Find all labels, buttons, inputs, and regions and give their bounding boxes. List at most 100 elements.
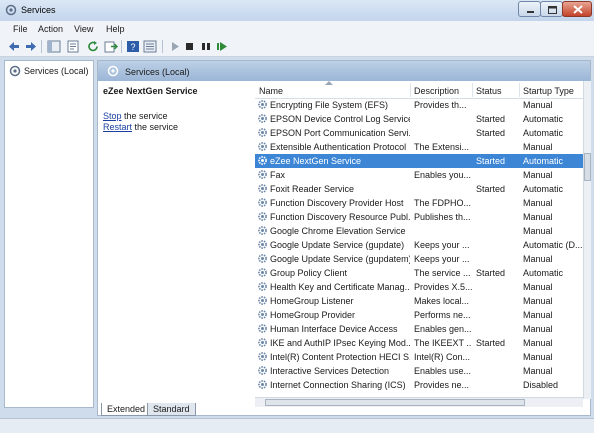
- title-bar: Services: [0, 0, 594, 21]
- service-row[interactable]: EPSON Port Communication Servi... Started…: [255, 126, 583, 140]
- service-row[interactable]: Encrypting File System (EFS) Provides th.…: [255, 98, 583, 112]
- service-row[interactable]: eZee NextGen Service Started Automatic: [255, 154, 583, 168]
- service-name: HomeGroup Provider: [270, 310, 356, 320]
- service-name: Google Update Service (gupdate): [270, 240, 405, 250]
- extended-description-panel: eZee NextGen Service Stop the service Re…: [98, 81, 253, 399]
- service-description: Enables use...: [414, 366, 472, 376]
- service-startup-type: Automatic: [523, 184, 564, 194]
- services-icon: [107, 65, 119, 77]
- back-arrow-icon[interactable]: [7, 40, 21, 53]
- menu-action[interactable]: Action: [38, 24, 63, 34]
- service-row[interactable]: Foxit Reader Service Started Automatic: [255, 182, 583, 196]
- service-row[interactable]: Google Update Service (gupdatem) Keeps yo…: [255, 252, 583, 266]
- service-startup-type: Manual: [523, 338, 553, 348]
- service-name: Google Chrome Elevation Service: [270, 226, 406, 236]
- column-header-status[interactable]: Status: [476, 86, 502, 96]
- service-row[interactable]: Google Update Service (gupdate) Keeps you…: [255, 238, 583, 252]
- service-status: Started: [476, 114, 506, 124]
- gear-icon: [258, 366, 267, 375]
- service-name: Function Discovery Provider Host: [270, 198, 404, 208]
- stop-service-link[interactable]: Stop: [103, 111, 122, 121]
- service-description: Keeps your ...: [414, 254, 470, 264]
- gear-icon: [258, 310, 267, 319]
- status-bar: [0, 418, 594, 433]
- service-description: Enables you...: [414, 170, 472, 180]
- services-icon: [5, 4, 17, 16]
- service-startup-type: Automatic (D...: [523, 240, 583, 250]
- restart-icon[interactable]: [215, 40, 229, 53]
- service-description: The IKEEXT ...: [414, 338, 472, 348]
- pane-header-title: Services (Local): [125, 67, 190, 77]
- service-row[interactable]: Interactive Services Detection Enables us…: [255, 364, 583, 378]
- gear-icon: [258, 226, 267, 235]
- service-status: Started: [476, 184, 506, 194]
- service-row[interactable]: Function Discovery Provider Host The FDPH…: [255, 196, 583, 210]
- service-startup-type: Manual: [523, 366, 553, 376]
- service-row[interactable]: Intel(R) Content Protection HECI S... Int…: [255, 350, 583, 364]
- column-header-startup-type[interactable]: Startup Type: [523, 86, 574, 96]
- help-icon[interactable]: ?: [126, 40, 140, 53]
- pause-icon[interactable]: [199, 40, 213, 53]
- svg-text:?: ?: [130, 42, 135, 52]
- service-row[interactable]: Health Key and Certificate Manag... Provi…: [255, 280, 583, 294]
- stop-service-text: the service: [121, 111, 168, 121]
- vertical-scrollbar[interactable]: [583, 81, 591, 399]
- services-pane: Services (Local) eZee NextGen Service St…: [97, 60, 591, 416]
- maximize-button[interactable]: [540, 1, 563, 17]
- service-row[interactable]: HomeGroup Listener Makes local... Manual: [255, 294, 583, 308]
- service-description: Enables gen...: [414, 324, 472, 334]
- column-header-name[interactable]: Name: [259, 86, 283, 96]
- service-startup-type: Automatic: [523, 156, 564, 166]
- vertical-scroll-thumb[interactable]: [584, 153, 591, 181]
- service-startup-type: Automatic: [523, 114, 564, 124]
- export-icon[interactable]: [104, 40, 118, 53]
- service-name: Fax: [270, 170, 286, 180]
- service-row[interactable]: EPSON Device Control Log Service Started A…: [255, 112, 583, 126]
- service-row[interactable]: Fax Enables you... Manual: [255, 168, 583, 182]
- menu-view[interactable]: View: [74, 24, 93, 34]
- console-tree-icon[interactable]: [47, 40, 61, 53]
- properties-icon[interactable]: [66, 40, 80, 53]
- service-startup-type: Manual: [523, 226, 553, 236]
- service-row[interactable]: Function Discovery Resource Publ... Publi…: [255, 210, 583, 224]
- service-row[interactable]: Human Interface Device Access Enables gen…: [255, 322, 583, 336]
- service-name: HomeGroup Listener: [270, 296, 354, 306]
- service-startup-type: Manual: [523, 170, 553, 180]
- view-icon[interactable]: [143, 40, 157, 53]
- refresh-icon[interactable]: [86, 40, 100, 53]
- close-button[interactable]: [562, 1, 592, 17]
- service-startup-type: Manual: [523, 324, 553, 334]
- service-startup-type: Disabled: [523, 380, 559, 390]
- minimize-button[interactable]: [518, 1, 541, 17]
- gear-icon: [258, 268, 267, 277]
- service-row[interactable]: HomeGroup Provider Performs ne... Manual: [255, 308, 583, 322]
- service-description: Intel(R) Con...: [414, 352, 471, 362]
- play-icon[interactable]: [168, 40, 182, 53]
- console-tree: Services (Local): [4, 60, 94, 408]
- tab-standard[interactable]: Standard: [147, 403, 196, 416]
- tab-extended[interactable]: Extended: [101, 403, 152, 416]
- service-row[interactable]: Google Chrome Elevation Service Manual: [255, 224, 583, 238]
- gear-icon: [258, 254, 267, 263]
- forward-arrow-icon[interactable]: [24, 40, 38, 53]
- gear-icon: [258, 338, 267, 347]
- service-status: Started: [476, 268, 506, 278]
- service-description: Publishes th...: [414, 212, 471, 222]
- menu-file[interactable]: File: [13, 24, 28, 34]
- service-name: Extensible Authentication Protocol: [270, 142, 407, 152]
- menu-help[interactable]: Help: [106, 24, 125, 34]
- column-header-description[interactable]: Description: [414, 86, 459, 96]
- stop-icon[interactable]: [183, 40, 197, 53]
- service-name: Group Policy Client: [270, 268, 348, 278]
- service-description: Makes local...: [414, 296, 470, 306]
- restart-service-link[interactable]: Restart: [103, 122, 132, 132]
- service-row[interactable]: Internet Connection Sharing (ICS) Provide…: [255, 378, 583, 392]
- gear-icon: [258, 184, 267, 193]
- service-row[interactable]: Extensible Authentication Protocol The Ex…: [255, 140, 583, 154]
- service-name: Function Discovery Resource Publ...: [270, 212, 410, 222]
- gear-icon: [258, 198, 267, 207]
- restart-line: Restart the service: [103, 122, 178, 132]
- service-name: Health Key and Certificate Manag...: [270, 282, 410, 292]
- service-row[interactable]: IKE and AuthIP IPsec Keying Mod... The IK…: [255, 336, 583, 350]
- service-row[interactable]: Group Policy Client The service ... Starte…: [255, 266, 583, 280]
